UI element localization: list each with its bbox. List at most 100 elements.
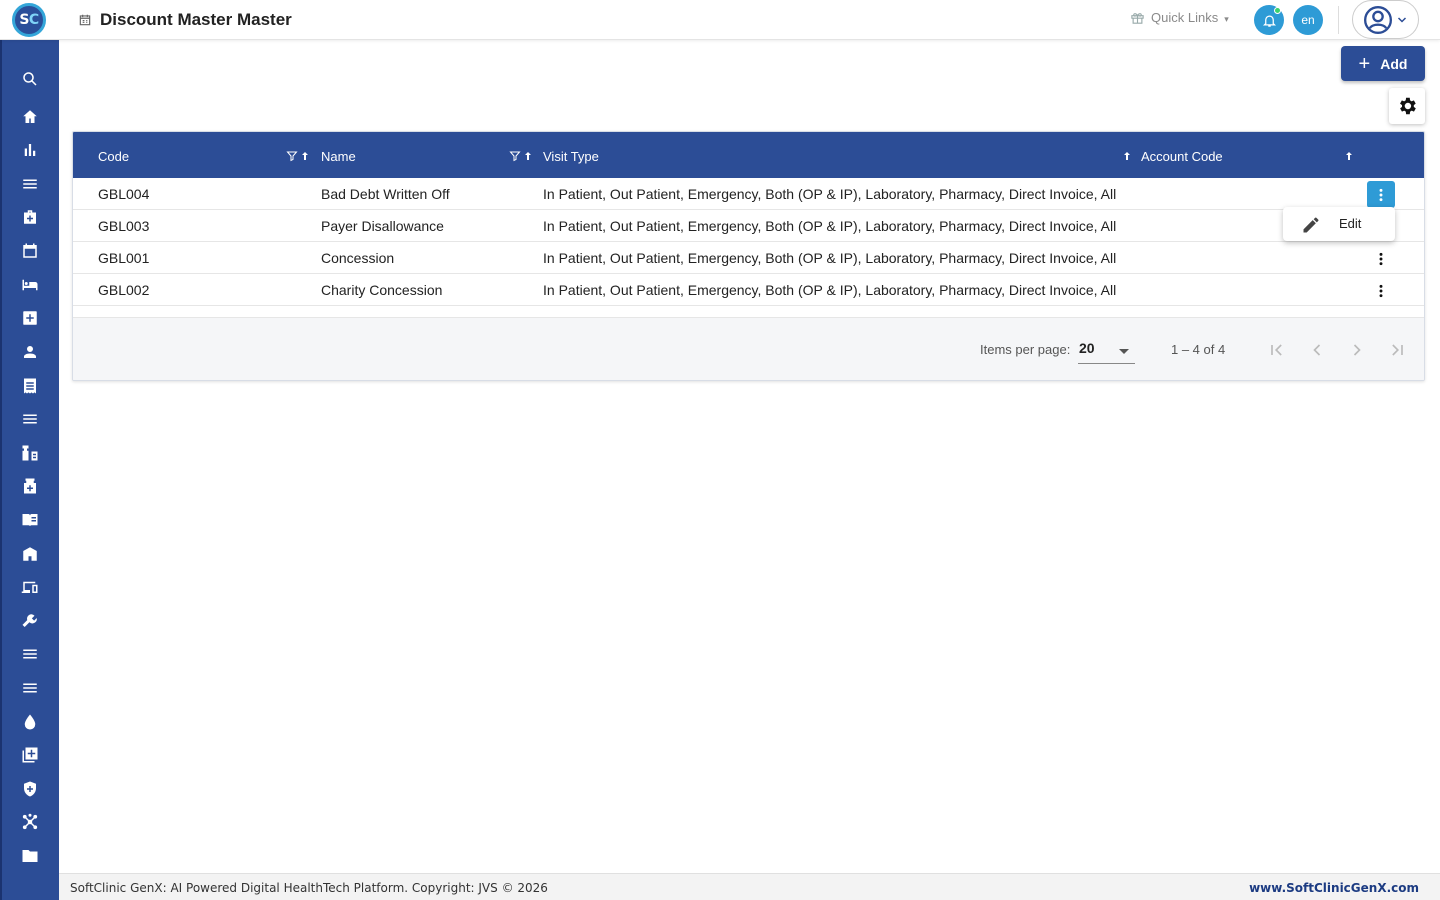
sidebar-item-medical[interactable] — [19, 206, 41, 228]
cell-name: Payer Disallowance — [321, 218, 444, 234]
user-avatar-icon — [1363, 5, 1392, 34]
previous-page-button[interactable] — [1305, 338, 1329, 362]
column-header-code[interactable]: Code — [98, 149, 129, 164]
sort-arrow-up-icon[interactable] — [1343, 150, 1355, 162]
cell-visit-type: In Patient, Out Patient, Emergency, Both… — [543, 250, 1117, 266]
sidebar-item-billing[interactable] — [19, 375, 41, 397]
sidebar-item-files[interactable] — [19, 845, 41, 867]
sidebar-item-list[interactable] — [19, 408, 41, 430]
cell-visit-type: In Patient, Out Patient, Emergency, Both… — [543, 186, 1117, 202]
sidebar-item-beds[interactable] — [19, 274, 41, 296]
cell-name: Concession — [321, 250, 395, 266]
items-per-page-select[interactable]: 20 — [1078, 338, 1135, 364]
cell-code: GBL002 — [98, 282, 150, 298]
dropdown-arrow-icon — [1119, 349, 1129, 354]
gear-icon — [1400, 97, 1416, 115]
sidebar-item-devices[interactable] — [19, 576, 41, 598]
wrench-icon — [22, 614, 37, 627]
row-actions-button[interactable] — [1367, 181, 1395, 208]
page-range-label: 1 – 4 of 4 — [1171, 342, 1226, 357]
list-icon — [23, 414, 37, 424]
notifications-button[interactable] — [1254, 5, 1284, 35]
sidebar-item-calendar[interactable] — [19, 240, 41, 262]
sidebar-item-patient[interactable] — [19, 341, 41, 363]
home-icon — [23, 110, 37, 123]
shield-icon — [24, 781, 36, 797]
row-actions-menu: Edit — [1283, 207, 1395, 241]
page-title-icon — [79, 14, 91, 26]
table-row: GBL001 Concession In Patient, Out Patien… — [73, 242, 1424, 274]
next-page-button[interactable] — [1345, 338, 1369, 362]
copyright-text: SoftClinic GenX: AI Powered Digital Heal… — [70, 881, 548, 895]
add-box-icon — [23, 311, 37, 325]
table-row: GBL002 Charity Concession In Patient, Ou… — [73, 274, 1424, 306]
app-logo[interactable]: SC — [12, 3, 46, 37]
settings-button[interactable] — [1389, 88, 1425, 124]
sidebar-item-list-2[interactable] — [19, 643, 41, 665]
sidebar-item-tools[interactable] — [19, 610, 41, 632]
menu-icon — [23, 179, 37, 189]
sidebar-item-pharmacy[interactable] — [19, 442, 41, 464]
bed-icon — [22, 279, 38, 291]
calendar-icon — [23, 243, 37, 258]
column-header-name[interactable]: Name — [321, 149, 356, 164]
plus-icon: + — [1358, 52, 1371, 75]
add-button-label: Add — [1380, 55, 1408, 72]
table-header: Code Name Visit Type Account Code — [73, 132, 1424, 178]
user-menu-button[interactable] — [1352, 0, 1419, 39]
search-icon — [23, 72, 37, 86]
sidebar-item-medicine[interactable] — [19, 475, 41, 497]
filter-icon[interactable] — [286, 150, 298, 162]
sidebar-item-blood-bank[interactable] — [19, 711, 41, 733]
person-icon — [24, 346, 36, 358]
sidebar-item-add[interactable] — [19, 307, 41, 329]
sidebar — [0, 40, 59, 900]
add-button[interactable]: + Add — [1341, 46, 1425, 81]
top-bar: SC Discount Master Master Quick Links ▾ … — [0, 0, 1440, 40]
chevron-left-icon — [1313, 344, 1321, 356]
page-footer: SoftClinic GenX: AI Powered Digital Heal… — [59, 873, 1440, 900]
paginator: Items per page: 20 1 – 4 of 4 — [73, 317, 1424, 380]
sidebar-item-search[interactable] — [19, 68, 41, 90]
folder-icon — [22, 850, 38, 862]
book-icon — [22, 514, 38, 526]
sidebar-item-facility[interactable] — [19, 543, 41, 565]
sidebar-item-reports[interactable] — [19, 139, 41, 161]
chevron-down-icon — [1397, 16, 1406, 23]
language-button[interactable]: en — [1293, 5, 1323, 35]
gift-icon — [1131, 13, 1144, 24]
column-header-visit-type[interactable]: Visit Type — [543, 149, 599, 164]
library-add-icon — [22, 747, 38, 763]
bell-icon — [1262, 15, 1276, 27]
medical-bag-icon — [24, 210, 36, 224]
sidebar-item-list-3[interactable] — [19, 677, 41, 699]
row-actions-button[interactable] — [1367, 277, 1395, 304]
name-column-actions — [509, 150, 534, 162]
first-page-button[interactable] — [1265, 338, 1289, 362]
cell-visit-type: In Patient, Out Patient, Emergency, Both… — [543, 282, 1117, 298]
notification-dot — [1274, 7, 1281, 14]
filter-icon[interactable] — [509, 150, 521, 162]
cell-code: GBL004 — [98, 186, 150, 202]
sidebar-item-security[interactable] — [19, 778, 41, 800]
edit-menu-item[interactable]: Edit — [1339, 216, 1361, 231]
row-actions-button[interactable] — [1367, 245, 1395, 272]
account-code-column-actions — [1343, 150, 1355, 162]
sidebar-item-library[interactable] — [19, 509, 41, 531]
pharmacy-icon — [22, 445, 38, 461]
column-header-account-code[interactable]: Account Code — [1141, 149, 1223, 164]
sort-arrow-up-icon[interactable] — [1121, 150, 1133, 162]
sort-arrow-up-icon[interactable] — [522, 150, 534, 162]
last-page-button[interactable] — [1385, 338, 1409, 362]
website-link[interactable]: www.SoftClinicGenX.com — [1249, 881, 1419, 895]
sidebar-item-hub[interactable] — [19, 811, 41, 833]
sidebar-item-home[interactable] — [19, 106, 41, 128]
quick-links-button[interactable]: Quick Links ▾ — [1130, 10, 1229, 25]
cell-visit-type: In Patient, Out Patient, Emergency, Both… — [543, 218, 1117, 234]
table-row: GBL003 Payer Disallowance In Patient, Ou… — [73, 210, 1424, 242]
sidebar-item-library-add[interactable] — [19, 744, 41, 766]
list-icon-2 — [23, 649, 37, 659]
sort-arrow-up-icon[interactable] — [299, 150, 311, 162]
sidebar-item-menu[interactable] — [19, 173, 41, 195]
quick-links-label: Quick Links — [1151, 10, 1219, 25]
